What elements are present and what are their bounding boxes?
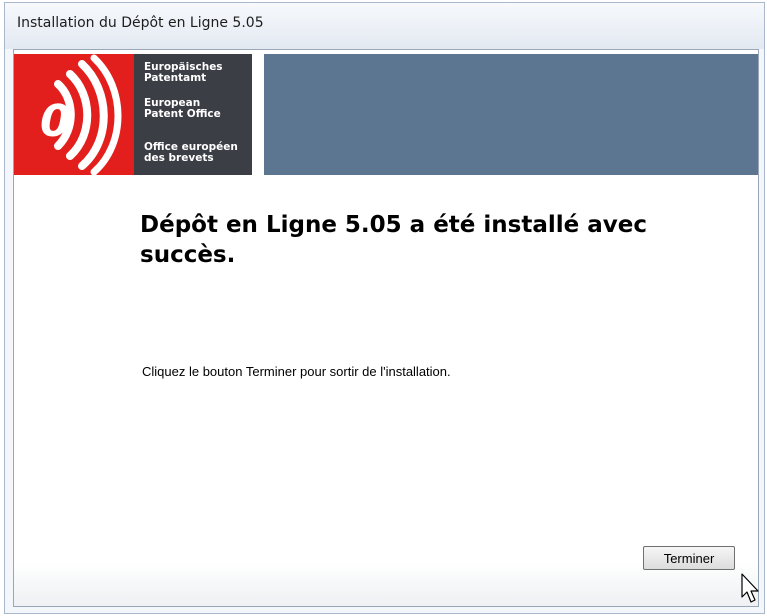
success-heading: Dépôt en Ligne 5.05 a été installé avec …: [140, 212, 647, 268]
banner-header-strip: [264, 54, 758, 175]
epo-logo-text-block: Europäisches Patentamt European Patent O…: [134, 54, 252, 175]
mouse-pointer-icon: [741, 573, 761, 607]
logo-line: des brevets: [144, 152, 214, 164]
instruction-text: Cliquez le bouton Terminer pour sortir d…: [142, 364, 451, 379]
svg-text:0: 0: [40, 96, 71, 147]
title-bar[interactable]: Installation du Dépôt en Ligne 5.05: [5, 3, 764, 49]
logo-line: Patent Office: [144, 108, 221, 120]
logo-line: Patentamt: [144, 72, 207, 84]
installer-panel: 0 Europäisches Patentamt European Patent…: [13, 49, 759, 607]
installer-window: Installation du Dépôt en Ligne 5.05 0 Eu…: [4, 2, 765, 614]
window-title: Installation du Dépôt en Ligne 5.05: [17, 15, 264, 31]
epo-logo-icon: 0: [14, 54, 134, 176]
banner: 0 Europäisches Patentamt European Patent…: [14, 50, 758, 178]
finish-button[interactable]: Terminer: [643, 546, 735, 570]
